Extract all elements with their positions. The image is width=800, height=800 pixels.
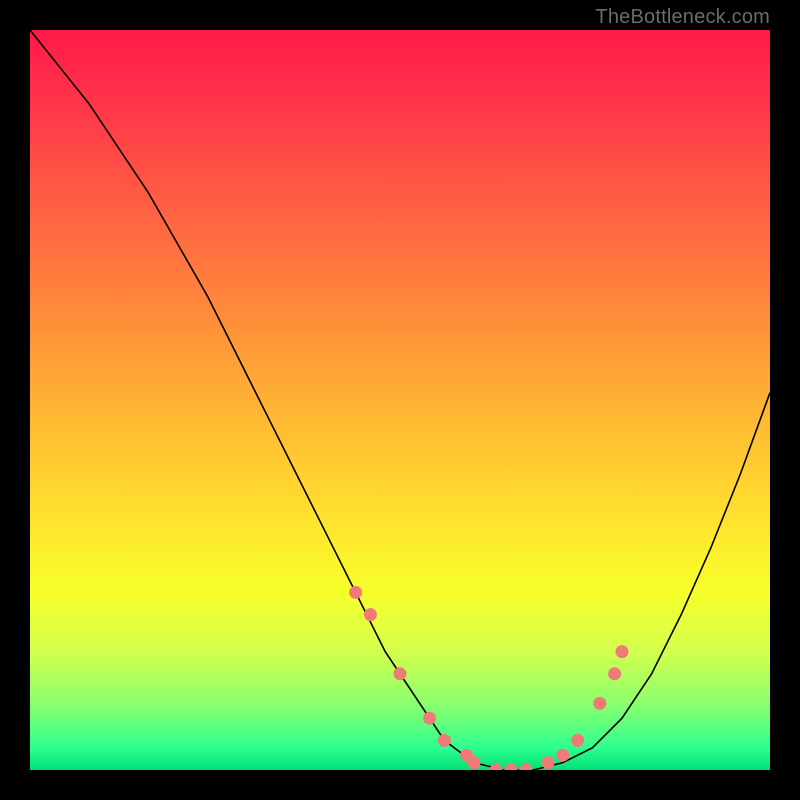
marker-dot — [542, 757, 554, 769]
marker-dot — [394, 668, 406, 680]
marker-dot — [520, 764, 532, 770]
marker-dot — [490, 764, 502, 770]
marker-dot — [609, 668, 621, 680]
marker-dot — [505, 764, 517, 770]
marker-dot — [438, 734, 450, 746]
highlight-dots — [350, 586, 628, 770]
plot-area — [30, 30, 770, 770]
bottleneck-curve — [30, 30, 770, 770]
marker-dot — [616, 646, 628, 658]
marker-dot — [468, 757, 480, 769]
marker-dot — [572, 734, 584, 746]
marker-dot — [424, 712, 436, 724]
watermark-text: TheBottleneck.com — [595, 6, 770, 29]
marker-dot — [364, 609, 376, 621]
marker-dot — [557, 749, 569, 761]
chart-svg — [30, 30, 770, 770]
marker-dot — [594, 697, 606, 709]
marker-dot — [350, 586, 362, 598]
